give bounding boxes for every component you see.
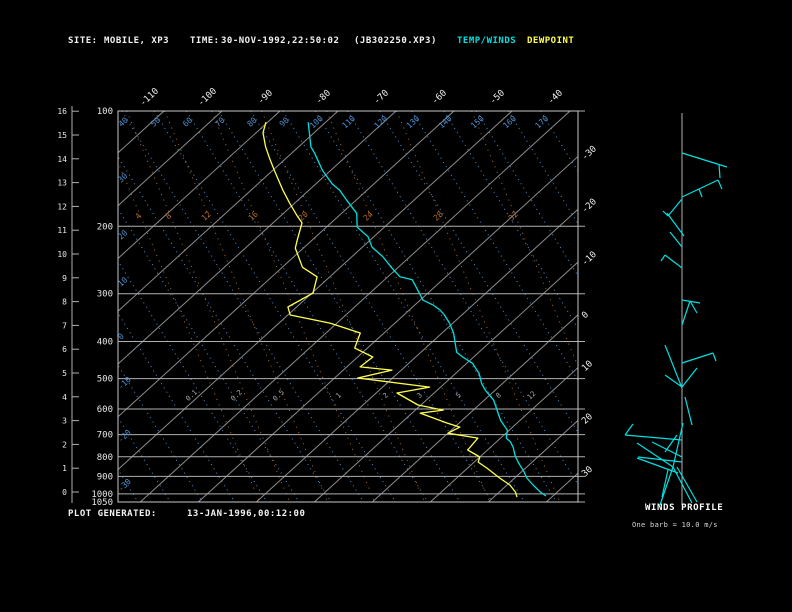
pressure-lines — [118, 110, 585, 503]
svg-text:3: 3 — [415, 391, 424, 400]
svg-text:60: 60 — [181, 115, 194, 128]
winds-profile-caption: One barb = 10.0 m/s — [632, 521, 718, 529]
plot-border — [117, 110, 579, 503]
svg-text:200: 200 — [97, 222, 113, 232]
svg-text:140: 140 — [437, 114, 454, 131]
svg-text:20: 20 — [297, 209, 310, 222]
svg-text:-70: -70 — [372, 88, 391, 106]
wind-barbs — [624, 113, 728, 506]
svg-text:400: 400 — [97, 338, 113, 348]
svg-text:2: 2 — [62, 440, 67, 449]
height-axis: 012345678910111213141516 — [57, 106, 79, 503]
svg-text:170: 170 — [534, 114, 551, 131]
svg-text:4: 4 — [62, 393, 67, 402]
svg-text:-10: -10 — [580, 250, 599, 268]
svg-text:8: 8 — [494, 391, 503, 400]
svg-text:-50: -50 — [488, 88, 507, 106]
isotherms — [118, 111, 578, 502]
dewpoint-curve-line — [262, 122, 518, 498]
svg-text:8: 8 — [62, 298, 67, 307]
svg-text:-30: -30 — [580, 144, 599, 162]
plot-generated-value: 13-JAN-1996,00:12:00 — [187, 509, 306, 519]
moist-adiabat-labels: 4 8 12 16 20 24 28 32 — [133, 209, 520, 222]
svg-text:6: 6 — [62, 345, 67, 354]
svg-text:150: 150 — [469, 114, 486, 131]
svg-text:24: 24 — [362, 209, 375, 222]
svg-text:40: 40 — [117, 115, 130, 128]
svg-text:-90: -90 — [256, 88, 275, 106]
svg-text:12: 12 — [200, 209, 213, 222]
svg-text:28: 28 — [432, 209, 445, 222]
svg-text:5: 5 — [62, 369, 67, 378]
svg-text:1: 1 — [334, 391, 343, 400]
svg-text:2: 2 — [381, 391, 390, 400]
dry-adiabats — [118, 111, 578, 502]
svg-text:-110: -110 — [138, 86, 161, 108]
top-temp-labels: -110 -100 -90 -80 -70 -60 -50 -40 — [138, 86, 565, 108]
svg-text:-20: -20 — [116, 428, 133, 445]
svg-text:14: 14 — [57, 155, 67, 164]
svg-text:120: 120 — [373, 114, 390, 131]
skewt-sounding-screen: SITE: MOBILE, XP3 TIME: 30-NOV-1992,22:5… — [0, 0, 792, 612]
svg-text:12: 12 — [57, 202, 67, 211]
svg-text:300: 300 — [97, 290, 113, 300]
svg-text:160: 160 — [501, 114, 518, 131]
svg-text:-100: -100 — [196, 86, 219, 108]
svg-text:20: 20 — [580, 412, 595, 427]
svg-text:110: 110 — [340, 114, 357, 131]
svg-text:800: 800 — [97, 453, 113, 463]
dry-adiabat-labels: 40 50 60 70 80 90 100 110 120 130 140 150 160 1703020… — [116, 114, 550, 494]
svg-text:10: 10 — [580, 359, 595, 374]
svg-text:5: 5 — [454, 391, 463, 400]
svg-text:1050: 1050 — [91, 498, 113, 508]
svg-text:-20: -20 — [580, 197, 599, 215]
winds-profile-title: WINDS PROFILE — [645, 503, 724, 513]
svg-text:900: 900 — [97, 472, 113, 482]
svg-text:80: 80 — [246, 115, 259, 128]
svg-text:100: 100 — [97, 107, 113, 117]
svg-text:1: 1 — [62, 464, 67, 473]
svg-text:130: 130 — [405, 114, 422, 131]
svg-text:13: 13 — [57, 179, 67, 188]
svg-text:700: 700 — [97, 431, 113, 441]
svg-text:3: 3 — [62, 417, 67, 426]
dewpoint-curve — [262, 122, 518, 498]
pressure-labels: 10020030040050060070080090010001050 — [91, 107, 113, 508]
svg-text:90: 90 — [278, 115, 291, 128]
temperature-curve-line — [307, 122, 547, 497]
svg-text:15: 15 — [57, 131, 67, 140]
svg-text:-80: -80 — [314, 88, 333, 106]
svg-text:-40: -40 — [546, 88, 565, 106]
svg-text:-10: -10 — [116, 375, 133, 392]
svg-text:12: 12 — [526, 390, 538, 402]
svg-text:600: 600 — [97, 405, 113, 415]
svg-text:7: 7 — [62, 321, 67, 330]
svg-text:100: 100 — [308, 114, 325, 131]
right-temp-labels: -30 -20 -10 0 10 20 30 — [580, 144, 599, 479]
svg-text:0: 0 — [62, 488, 67, 497]
svg-text:16: 16 — [57, 107, 67, 116]
svg-text:11: 11 — [57, 226, 67, 235]
svg-text:4: 4 — [133, 211, 143, 221]
svg-text:10: 10 — [57, 250, 67, 259]
svg-text:0.2: 0.2 — [229, 388, 244, 402]
plot-generated-label: PLOT GENERATED: — [68, 509, 157, 519]
svg-text:-30: -30 — [116, 477, 133, 494]
svg-text:0.5: 0.5 — [271, 388, 286, 402]
temperature-curve — [307, 122, 547, 497]
moist-adiabats — [118, 111, 578, 502]
svg-text:0: 0 — [580, 310, 591, 321]
svg-text:500: 500 — [97, 375, 113, 385]
svg-text:50: 50 — [149, 115, 162, 128]
svg-text:9: 9 — [62, 274, 67, 283]
svg-text:-60: -60 — [430, 88, 449, 106]
svg-text:30: 30 — [580, 465, 595, 480]
svg-text:0.1: 0.1 — [184, 388, 199, 402]
svg-text:16: 16 — [247, 209, 260, 222]
